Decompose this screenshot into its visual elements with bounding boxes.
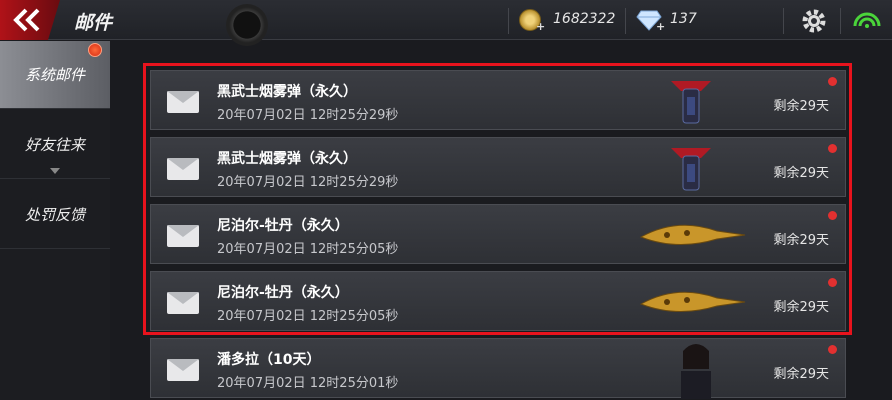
sidebar: 系统邮件 好友往来 处罚反馈: [0, 41, 110, 400]
mail-row[interactable]: 尼泊尔-牡丹（永久） 20年07月02日 12时25分05秒 剩余29天: [150, 204, 846, 264]
mail-item-name: 尼泊尔-牡丹（永久）: [217, 285, 349, 301]
mail-row[interactable]: 黑武士烟雾弹（永久） 20年07月02日 12时25分29秒 剩余29天: [150, 70, 846, 130]
unread-dot-icon: [828, 345, 837, 354]
envelope-icon: [167, 225, 199, 247]
remaining-days: 剩余29天: [773, 99, 829, 114]
add-coins-icon[interactable]: +: [536, 20, 545, 33]
sidebar-item-system-mail[interactable]: 系统邮件: [0, 41, 110, 109]
mail-item-name: 潘多拉（10天）: [217, 352, 321, 368]
knife-icon: [639, 224, 746, 246]
mail-date: 20年07月02日 12时25分05秒: [217, 309, 399, 324]
gear-icon[interactable]: [800, 7, 828, 35]
page-title: 邮件: [74, 12, 113, 34]
mail-list: 黑武士烟雾弹（永久） 20年07月02日 12时25分29秒 剩余29天 黑武士…: [130, 52, 892, 400]
mail-row[interactable]: 尼泊尔-牡丹（永久） 20年07月02日 12时25分05秒 剩余29天: [150, 271, 846, 331]
mail-date: 20年07月02日 12时25分01秒: [217, 376, 399, 391]
envelope-icon: [167, 292, 199, 314]
unread-dot-icon: [828, 211, 837, 220]
dropdown-arrow-icon: [50, 168, 60, 174]
mail-item-name: 尼泊尔-牡丹（永久）: [217, 218, 349, 234]
character-icon: [681, 344, 711, 399]
top-bar: 邮件 + 1682322 + 137: [0, 0, 892, 46]
gem-count: 137: [670, 11, 697, 27]
back-button[interactable]: [0, 0, 60, 40]
unread-dot-icon: [828, 144, 837, 153]
mail-date: 20年07月02日 12时25分05秒: [217, 242, 399, 257]
unread-dot-icon: [828, 77, 837, 86]
envelope-icon: [167, 359, 199, 381]
sidebar-item-penalty[interactable]: 处罚反馈: [0, 181, 110, 249]
grenade-icon: [671, 81, 711, 124]
home-button-icon[interactable]: [226, 4, 268, 46]
add-gems-icon[interactable]: +: [656, 20, 665, 33]
sidebar-item-friends[interactable]: 好友往来: [0, 111, 110, 179]
sidebar-item-label: 处罚反馈: [24, 206, 85, 224]
mail-item-name: 黑武士烟雾弹（永久）: [217, 151, 357, 167]
sidebar-item-label: 系统邮件: [24, 66, 85, 84]
remaining-days: 剩余29天: [773, 166, 829, 181]
divider: [783, 8, 784, 34]
mail-date: 20年07月02日 12时25分29秒: [217, 108, 399, 123]
notification-dot-icon: [88, 43, 102, 57]
remaining-days: 剩余29天: [773, 233, 829, 248]
back-chevron-icon: [13, 8, 40, 32]
knife-icon: [639, 291, 746, 313]
mail-item-name: 黑武士烟雾弹（永久）: [217, 84, 357, 100]
remaining-days: 剩余29天: [773, 367, 829, 382]
coin-count: 1682322: [553, 11, 616, 27]
envelope-icon: [167, 91, 199, 113]
divider: [508, 8, 509, 34]
grenade-icon: [671, 148, 711, 191]
divider: [840, 8, 841, 34]
sidebar-item-label: 好友往来: [24, 136, 85, 154]
mail-row[interactable]: 黑武士烟雾弹（永久） 20年07月02日 12时25分29秒 剩余29天: [150, 137, 846, 197]
mail-date: 20年07月02日 12时25分29秒: [217, 175, 399, 190]
unread-dot-icon: [828, 278, 837, 287]
envelope-icon: [167, 158, 199, 180]
signal-icon: [853, 12, 881, 28]
remaining-days: 剩余29天: [773, 300, 829, 315]
divider: [625, 8, 626, 34]
mail-row[interactable]: 潘多拉（10天） 20年07月02日 12时25分01秒 剩余29天: [150, 338, 846, 399]
